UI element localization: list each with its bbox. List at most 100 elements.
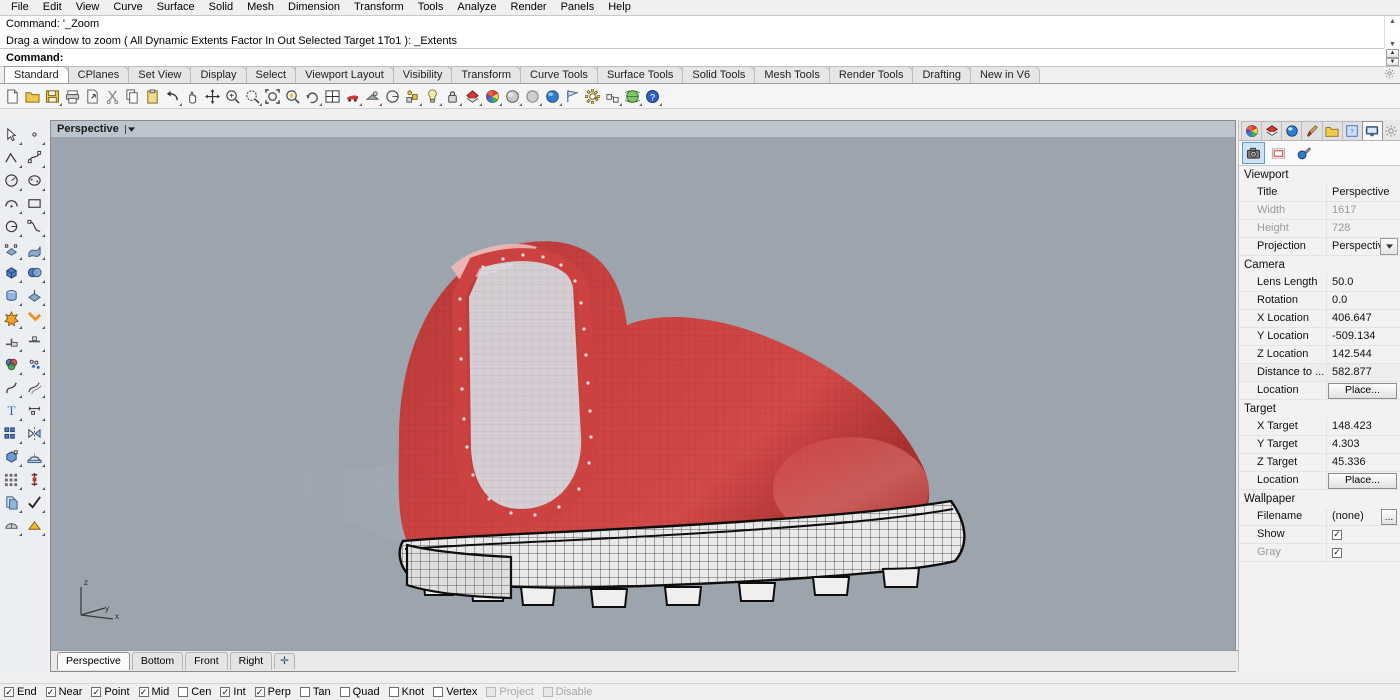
point-icon[interactable]: [23, 123, 46, 146]
text-icon[interactable]: T: [0, 399, 23, 422]
group-icon[interactable]: [603, 87, 622, 106]
toolbar-tab-solid-tools[interactable]: Solid Tools: [682, 66, 755, 83]
open-folder-icon[interactable]: [23, 87, 42, 106]
curve-tools-icon[interactable]: [0, 376, 23, 399]
trim-icon[interactable]: [23, 330, 46, 353]
osnap-vertex[interactable]: Vertex: [433, 686, 477, 698]
four-view-layout-icon[interactable]: [323, 87, 342, 106]
named-cplane-icon[interactable]: [403, 87, 422, 106]
flag-icon[interactable]: [563, 87, 582, 106]
property-value-y-location[interactable]: -509.134: [1327, 328, 1400, 345]
help-panel-tab[interactable]: ?: [1342, 121, 1363, 140]
checkbox-show[interactable]: ✓: [1332, 530, 1342, 540]
toolbar-tab-drafting[interactable]: Drafting: [912, 66, 971, 83]
display-tab[interactable]: [1362, 121, 1383, 140]
property-value-x-target[interactable]: 148.423: [1327, 418, 1400, 435]
property-value-lens-length[interactable]: 50.0: [1327, 274, 1400, 291]
osnap-perp[interactable]: ✓Perp: [255, 686, 291, 698]
boolean-union-icon[interactable]: [0, 353, 23, 376]
zoom-selected-icon[interactable]: [283, 87, 302, 106]
property-value-z-target[interactable]: 45.336: [1327, 454, 1400, 471]
menu-item-render[interactable]: Render: [504, 0, 554, 14]
viewport-tab-front[interactable]: Front: [185, 652, 228, 670]
osnap-checkbox-point[interactable]: ✓: [91, 687, 101, 697]
curve-from-object-icon[interactable]: [23, 215, 46, 238]
property-value-title[interactable]: Perspective: [1327, 184, 1400, 201]
circle-surface-icon[interactable]: [0, 215, 23, 238]
explode-icon[interactable]: [0, 307, 23, 330]
viewport-tab-right[interactable]: Right: [230, 652, 273, 670]
layer-colors-icon[interactable]: [463, 87, 482, 106]
rendered-sphere-icon[interactable]: [543, 87, 562, 106]
extrude-surface-icon[interactable]: [23, 284, 46, 307]
toolbar-tab-surface-tools[interactable]: Surface Tools: [597, 66, 683, 83]
library-tab[interactable]: [1322, 121, 1343, 140]
menu-item-transform[interactable]: Transform: [347, 0, 411, 14]
material-tab[interactable]: [1281, 121, 1302, 140]
osnap-knot[interactable]: Knot: [389, 686, 425, 698]
new-file-icon[interactable]: [3, 87, 22, 106]
osnap-project[interactable]: Project: [486, 686, 533, 698]
scale-icon[interactable]: [23, 468, 46, 491]
property-value-width[interactable]: 1617: [1327, 202, 1400, 219]
menu-item-edit[interactable]: Edit: [36, 0, 69, 14]
osnap-checkbox-vertex[interactable]: [433, 687, 443, 697]
property-value-rotation[interactable]: 0.0: [1327, 292, 1400, 309]
toolbar-tab-curve-tools[interactable]: Curve Tools: [520, 66, 598, 83]
surface-from-points-icon[interactable]: [0, 238, 23, 261]
add-viewport-tab-icon[interactable]: ✛: [274, 653, 295, 669]
loft-icon[interactable]: [23, 445, 46, 468]
ellipse-icon[interactable]: [23, 169, 46, 192]
paste-icon[interactable]: [143, 87, 162, 106]
zoom-window-icon[interactable]: [243, 87, 262, 106]
zoom-in-icon[interactable]: [223, 87, 242, 106]
viewport-tab-bottom[interactable]: Bottom: [132, 652, 183, 670]
layers-tab[interactable]: [1261, 121, 1282, 140]
toolbar-tab-new-in-v6[interactable]: New in V6: [970, 66, 1040, 83]
zoom-extents-icon[interactable]: [263, 87, 282, 106]
checkbox-gray[interactable]: ✓: [1332, 548, 1342, 558]
menu-item-panels[interactable]: Panels: [554, 0, 602, 14]
save-icon[interactable]: [43, 87, 62, 106]
color-wheel-icon[interactable]: [483, 87, 502, 106]
toolbar-tab-set-view[interactable]: Set View: [128, 66, 191, 83]
join-icon[interactable]: [0, 330, 23, 353]
place-button-1[interactable]: Place...: [1328, 383, 1397, 399]
arc-icon[interactable]: [0, 192, 23, 215]
menu-item-view[interactable]: View: [69, 0, 107, 14]
light-bulb-icon[interactable]: [423, 87, 442, 106]
property-value-projection[interactable]: Perspective: [1327, 238, 1380, 255]
osnap-quad[interactable]: Quad: [340, 686, 380, 698]
rotate-view-icon[interactable]: [303, 87, 322, 106]
lock-icon[interactable]: [443, 87, 462, 106]
toolbar-tab-render-tools[interactable]: Render Tools: [829, 66, 914, 83]
scroll-up-icon[interactable]: ▲: [1385, 16, 1400, 27]
shade-icon[interactable]: [0, 514, 23, 537]
cplane-icon[interactable]: [383, 87, 402, 106]
osnap-checkbox-quad[interactable]: [340, 687, 350, 697]
globe-icon[interactable]: [623, 87, 642, 106]
osnap-checkbox-perp[interactable]: ✓: [255, 687, 265, 697]
grid-array-icon[interactable]: [0, 468, 23, 491]
osnap-checkbox-mid[interactable]: ✓: [139, 687, 149, 697]
render-settings-icon[interactable]: [363, 87, 382, 106]
point-cloud-icon[interactable]: [23, 353, 46, 376]
copy-object-icon[interactable]: [0, 491, 23, 514]
place-button-2[interactable]: Place...: [1328, 473, 1397, 489]
copy-icon[interactable]: [123, 87, 142, 106]
menu-item-analyze[interactable]: Analyze: [450, 0, 503, 14]
toolbar-options-gear-icon[interactable]: [1384, 68, 1395, 82]
osnap-tan[interactable]: Tan: [300, 686, 331, 698]
osnap-point[interactable]: ✓Point: [91, 686, 129, 698]
osnap-int[interactable]: ✓Int: [220, 686, 245, 698]
viewport-title-bar[interactable]: Perspective: [51, 121, 1235, 138]
property-value-distance-to[interactable]: 582.877: [1327, 364, 1400, 381]
pan-hand-icon[interactable]: [183, 87, 202, 106]
property-value-x-location[interactable]: 406.647: [1327, 310, 1400, 327]
menu-item-help[interactable]: Help: [601, 0, 638, 14]
toolbar-tab-visibility[interactable]: Visibility: [393, 66, 453, 83]
toolbar-tab-standard[interactable]: Standard: [4, 66, 69, 83]
toolbar-tab-transform[interactable]: Transform: [451, 66, 521, 83]
undo-icon[interactable]: [163, 87, 182, 106]
menu-item-surface[interactable]: Surface: [150, 0, 202, 14]
